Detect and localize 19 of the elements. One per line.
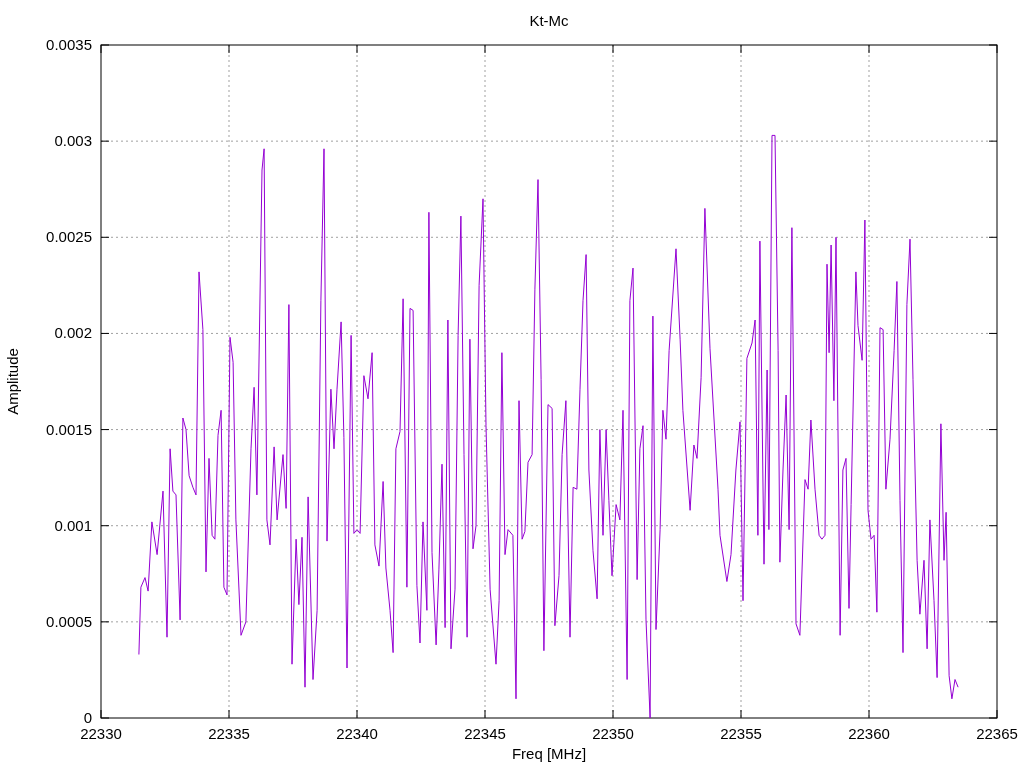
tick-label: 22335 [208, 725, 250, 742]
tick-label: 22355 [720, 725, 762, 742]
tick-label: 0.0035 [46, 36, 92, 53]
tick-label: 0 [83, 709, 92, 726]
tick-label: 0.0025 [46, 228, 92, 246]
chart-title: Kt-Mc [529, 12, 569, 29]
tick-label: 0.0005 [46, 612, 92, 630]
tick-label: 22345 [464, 725, 506, 742]
tick-label: 22365 [976, 725, 1018, 742]
axis-label: Freq [MHz] [511, 745, 587, 762]
tick-label: 0.001 [54, 516, 92, 534]
tick-label: 0.0015 [46, 420, 92, 438]
axis-label: Amplitude [4, 348, 21, 415]
tick-label: 22350 [592, 725, 634, 742]
tick-label: 22340 [336, 725, 378, 742]
tick-label: 0.002 [54, 324, 92, 342]
tick-label: 22330 [80, 725, 122, 742]
tick-label: 22360 [848, 725, 890, 742]
tick-label: 0.003 [54, 132, 92, 150]
